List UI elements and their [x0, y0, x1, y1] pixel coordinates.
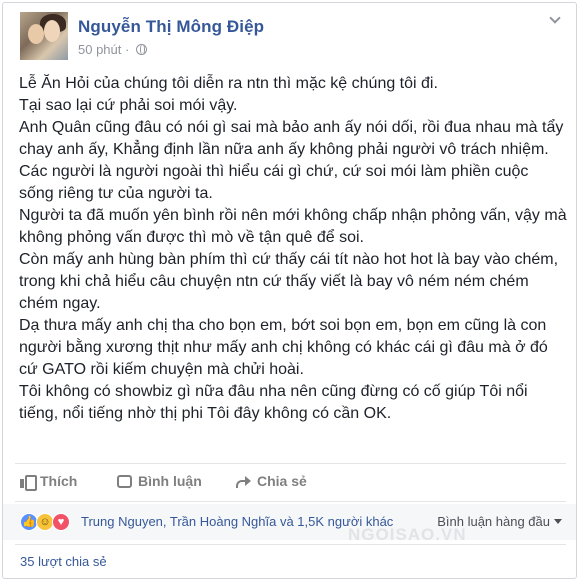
comment-label: Bình luận — [138, 473, 202, 489]
avatar-face — [28, 24, 44, 44]
avatar-face — [44, 20, 60, 42]
comment-button[interactable]: Bình luận — [117, 473, 202, 489]
watermark: NGOISAO.VN — [348, 525, 467, 544]
share-icon — [236, 475, 251, 488]
reaction-summary[interactable]: Trung Nguyen, Trần Hoàng Nghĩa và 1,5K n… — [81, 514, 393, 529]
post-paragraph: Còn mấy anh hùng bàn phím thì cứ thấy cá… — [19, 251, 559, 312]
share-label: Chia sẻ — [257, 473, 307, 489]
post-actions: Thích Bình luận Chia sẻ — [3, 468, 576, 498]
share-count[interactable]: 35 lượt chia sẻ — [20, 554, 107, 569]
avatar[interactable] — [20, 12, 68, 60]
post-body: Lễ Ăn Hỏi của chúng tôi diễn ra ntn thì … — [19, 73, 567, 425]
post-paragraph: Tại sao lại cứ phải soi mói vậy. — [19, 97, 238, 114]
love-icon: ♥ — [52, 513, 70, 531]
post-time[interactable]: 50 phút · — [78, 42, 133, 57]
post-paragraph: Anh Quân cũng đâu có nói gì sai mà bảo a… — [19, 119, 564, 158]
divider — [15, 544, 566, 545]
comment-icon — [117, 475, 132, 488]
post-paragraph: Dạ thưa mấy anh chị tha cho bọn em, bớt … — [19, 317, 548, 378]
divider — [15, 501, 566, 502]
like-label: Thích — [40, 473, 78, 489]
author-name[interactable]: Nguyễn Thị Mông Điệp — [78, 17, 264, 37]
post-header: Nguyễn Thị Mông Điệp 50 phút · — [3, 3, 576, 67]
post-paragraph: Lễ Ăn Hỏi của chúng tôi diễn ra ntn thì … — [19, 75, 438, 92]
post-meta: 50 phút · — [78, 42, 147, 57]
post-paragraph: Người ta đã muốn yên bình rồi nên mới kh… — [19, 207, 567, 246]
post-paragraph: Các người là người ngoài thì hiểu cái gì… — [19, 163, 529, 202]
divider — [15, 463, 566, 464]
like-button[interactable]: Thích — [20, 473, 78, 491]
globe-icon — [135, 44, 147, 55]
post-card: Nguyễn Thị Mông Điệp 50 phút · Lễ Ăn Hỏi… — [2, 2, 577, 579]
caret-down-icon — [554, 519, 562, 524]
thumbs-up-icon — [20, 474, 37, 491]
reactions-bar: 👍 ☺ ♥ Trung Nguyen, Trần Hoàng Nghĩa và … — [3, 504, 576, 540]
share-button[interactable]: Chia sẻ — [236, 473, 307, 489]
post-paragraph: Tôi không có showbiz gì nữa đâu nha nên … — [19, 383, 528, 422]
chevron-down-icon[interactable] — [548, 15, 562, 25]
